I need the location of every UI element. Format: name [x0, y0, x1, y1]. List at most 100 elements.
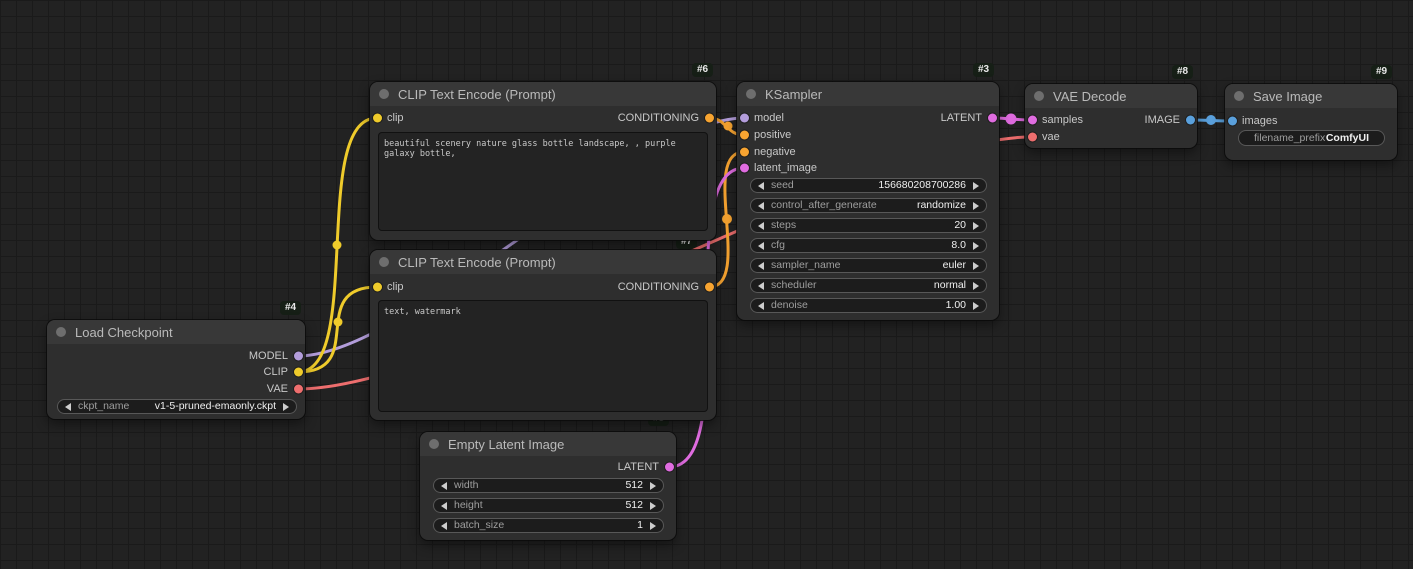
height-widget[interactable]: height 512	[433, 498, 664, 513]
output-port-conditioning[interactable]	[705, 114, 714, 123]
input-slot-clip: clip	[370, 280, 404, 294]
ckpt-name-widget[interactable]: ckpt_name v1-5-pruned-emaonly.ckpt	[57, 399, 297, 414]
widget-label: scheduler	[771, 278, 817, 293]
node-titlebar[interactable]: KSampler	[737, 82, 999, 106]
output-label: LATENT	[618, 461, 659, 473]
widget-label: height	[454, 498, 483, 513]
node-titlebar[interactable]: Load Checkpoint	[47, 320, 305, 344]
widget-value: 8.0	[951, 238, 966, 253]
decrement-arrow-icon[interactable]	[758, 242, 764, 250]
output-port-model[interactable]	[294, 352, 303, 361]
clip-positive-badge: #6	[692, 63, 713, 77]
node-title: CLIP Text Encode (Prompt)	[398, 255, 556, 270]
node-titlebar[interactable]: Save Image	[1225, 84, 1397, 108]
node-clip-text-encode-positive[interactable]: CLIP Text Encode (Prompt) clip CONDITION…	[370, 82, 716, 240]
input-port-latent-image[interactable]	[740, 164, 749, 173]
increment-arrow-icon[interactable]	[973, 302, 979, 310]
widget-value: 1.00	[946, 298, 966, 313]
batch-size-widget[interactable]: batch_size 1	[433, 518, 664, 533]
sampler-name-widget[interactable]: sampler_name euler	[750, 258, 987, 273]
input-port-negative[interactable]	[740, 148, 749, 157]
input-port-model[interactable]	[740, 114, 749, 123]
input-port-vae[interactable]	[1028, 133, 1037, 142]
widget-value: 1	[637, 518, 643, 533]
increment-arrow-icon[interactable]	[283, 403, 289, 411]
increment-arrow-icon[interactable]	[973, 242, 979, 250]
prompt-textarea[interactable]: text, watermark	[378, 300, 708, 412]
widget-value: ComfyUI	[1326, 131, 1369, 146]
node-title: VAE Decode	[1053, 89, 1126, 104]
widget-label: denoise	[771, 298, 808, 313]
wire-midpoint-dot	[334, 318, 343, 327]
decrement-arrow-icon[interactable]	[758, 282, 764, 290]
node-collapse-dot-icon[interactable]	[429, 439, 439, 449]
decrement-arrow-icon[interactable]	[758, 302, 764, 310]
decrement-arrow-icon[interactable]	[758, 222, 764, 230]
node-title: Load Checkpoint	[75, 325, 173, 340]
increment-arrow-icon[interactable]	[973, 182, 979, 190]
node-load-checkpoint[interactable]: Load Checkpoint MODEL CLIP VAE ckpt_name…	[47, 320, 305, 419]
scheduler-widget[interactable]: scheduler normal	[750, 278, 987, 293]
decrement-arrow-icon[interactable]	[758, 202, 764, 210]
node-empty-latent-image[interactable]: Empty Latent Image LATENT width 512 heig…	[420, 432, 676, 540]
output-port-vae[interactable]	[294, 385, 303, 394]
input-label: clip	[387, 281, 404, 293]
wire-clip-positive	[298, 118, 377, 372]
node-titlebar[interactable]: CLIP Text Encode (Prompt)	[370, 250, 716, 274]
node-titlebar[interactable]: VAE Decode	[1025, 84, 1197, 108]
decrement-arrow-icon[interactable]	[758, 182, 764, 190]
increment-arrow-icon[interactable]	[650, 522, 656, 530]
filename-prefix-widget[interactable]: filename_prefix ComfyUI	[1238, 130, 1385, 146]
increment-arrow-icon[interactable]	[973, 262, 979, 270]
input-slot-negative: negative	[737, 145, 796, 159]
node-collapse-dot-icon[interactable]	[1234, 91, 1244, 101]
node-titlebar[interactable]: Empty Latent Image	[420, 432, 676, 456]
vae-decode-badge: #8	[1172, 65, 1193, 79]
node-titlebar[interactable]: CLIP Text Encode (Prompt)	[370, 82, 716, 106]
node-collapse-dot-icon[interactable]	[746, 89, 756, 99]
input-port-positive[interactable]	[740, 131, 749, 140]
prompt-textarea[interactable]: beautiful scenery nature glass bottle la…	[378, 132, 708, 231]
decrement-arrow-icon[interactable]	[65, 403, 71, 411]
node-collapse-dot-icon[interactable]	[56, 327, 66, 337]
node-collapse-dot-icon[interactable]	[379, 89, 389, 99]
decrement-arrow-icon[interactable]	[441, 522, 447, 530]
increment-arrow-icon[interactable]	[973, 202, 979, 210]
output-port-latent[interactable]	[988, 114, 997, 123]
output-slot-conditioning: CONDITIONING	[618, 280, 716, 294]
decrement-arrow-icon[interactable]	[441, 502, 447, 510]
output-port-conditioning[interactable]	[705, 283, 714, 292]
widget-label: width	[454, 478, 479, 493]
input-port-samples[interactable]	[1028, 116, 1037, 125]
increment-arrow-icon[interactable]	[650, 502, 656, 510]
input-port-clip[interactable]	[373, 283, 382, 292]
seed-widget[interactable]: seed 156680208700286	[750, 178, 987, 193]
node-collapse-dot-icon[interactable]	[379, 257, 389, 267]
node-ksampler[interactable]: KSampler model LATENT positive negative …	[737, 82, 999, 320]
node-collapse-dot-icon[interactable]	[1034, 91, 1044, 101]
output-port-clip[interactable]	[294, 368, 303, 377]
node-clip-text-encode-negative[interactable]: CLIP Text Encode (Prompt) clip CONDITION…	[370, 250, 716, 420]
node-vae-decode[interactable]: VAE Decode samples IMAGE vae	[1025, 84, 1197, 148]
node-graph-canvas[interactable]: #4 #6 #7 #5 #3 #8 #9 Load Ch	[0, 0, 1413, 569]
increment-arrow-icon[interactable]	[650, 482, 656, 490]
increment-arrow-icon[interactable]	[973, 282, 979, 290]
widget-label: filename_prefix	[1254, 131, 1325, 146]
input-port-images[interactable]	[1228, 117, 1237, 126]
increment-arrow-icon[interactable]	[973, 222, 979, 230]
denoise-widget[interactable]: denoise 1.00	[750, 298, 987, 313]
decrement-arrow-icon[interactable]	[758, 262, 764, 270]
output-slot-latent: LATENT	[618, 460, 676, 474]
node-save-image[interactable]: Save Image images filename_prefix ComfyU…	[1225, 84, 1397, 160]
input-port-clip[interactable]	[373, 114, 382, 123]
cfg-widget[interactable]: cfg 8.0	[750, 238, 987, 253]
widget-value: normal	[934, 278, 966, 293]
decrement-arrow-icon[interactable]	[441, 482, 447, 490]
save-image-badge: #9	[1371, 65, 1392, 79]
steps-widget[interactable]: steps 20	[750, 218, 987, 233]
control-after-generate-widget[interactable]: control_after_generate randomize	[750, 198, 987, 213]
width-widget[interactable]: width 512	[433, 478, 664, 493]
output-port-image[interactable]	[1186, 116, 1195, 125]
widget-value: 20	[954, 218, 966, 233]
output-port-latent[interactable]	[665, 463, 674, 472]
